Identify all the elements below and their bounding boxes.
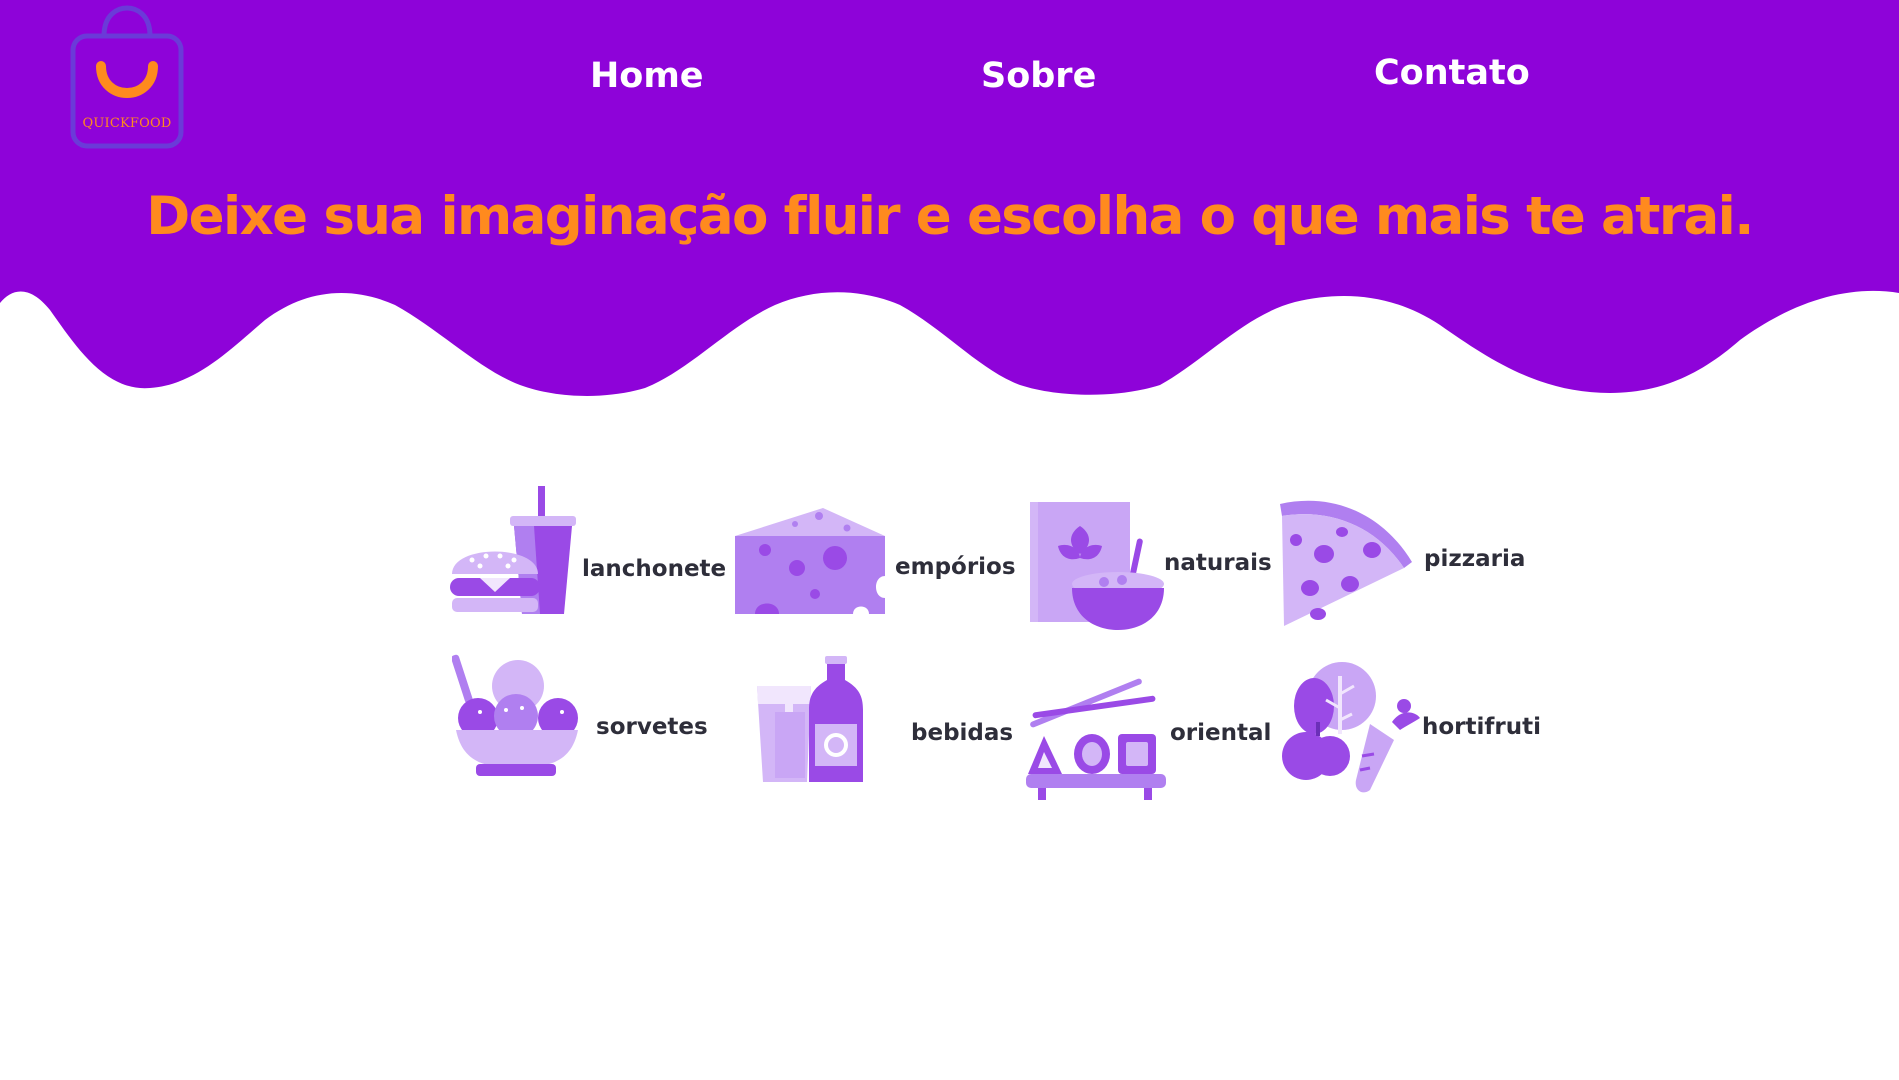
logo-text: QUICKFOOD bbox=[82, 116, 172, 131]
category-label-naturais: naturais bbox=[1164, 550, 1272, 576]
category-oriental[interactable]: oriental bbox=[1026, 662, 1276, 802]
category-label-lanchonete: lanchonete bbox=[582, 556, 727, 582]
burger-drink-icon bbox=[450, 486, 576, 614]
category-label-pizzaria: pizzaria bbox=[1424, 546, 1526, 572]
nav-link-contato[interactable]: Contato bbox=[1374, 53, 1530, 93]
fruits-vegetables-icon bbox=[1282, 662, 1420, 793]
pizza-slice-icon bbox=[1280, 500, 1412, 626]
page: QUICKFOOD Home Sobre Contato Deixe sua i… bbox=[0, 0, 1899, 1080]
beer-bottle-icon bbox=[757, 656, 863, 782]
cereal-bowl-icon bbox=[1030, 502, 1164, 630]
category-bebidas[interactable]: bebidas bbox=[755, 656, 1013, 786]
hero-headline: Deixe sua imaginação fluir e escolha o q… bbox=[146, 186, 1754, 247]
category-hortifruti[interactable]: hortifruti bbox=[1282, 660, 1541, 795]
category-pizzaria[interactable]: pizzaria bbox=[1278, 496, 1525, 626]
category-naturais[interactable]: naturais bbox=[1030, 500, 1272, 630]
category-label-emporios: empórios bbox=[895, 554, 1016, 580]
nav-link-sobre[interactable]: Sobre bbox=[981, 56, 1096, 96]
cheese-icon bbox=[735, 508, 885, 614]
sushi-chopsticks-icon bbox=[1026, 678, 1166, 800]
ice-cream-bowl-icon bbox=[452, 654, 578, 776]
category-label-hortifruti: hortifruti bbox=[1422, 714, 1541, 740]
category-lanchonete[interactable]: lanchonete bbox=[450, 486, 726, 616]
category-label-sorvetes: sorvetes bbox=[596, 714, 708, 740]
nav-link-home[interactable]: Home bbox=[590, 56, 704, 96]
category-emporios[interactable]: empórios bbox=[735, 506, 1016, 616]
quickfood-logo[interactable]: QUICKFOOD bbox=[68, 4, 186, 150]
category-sorvetes[interactable]: sorvetes bbox=[452, 652, 712, 782]
category-label-bebidas: bebidas bbox=[911, 720, 1014, 746]
category-label-oriental: oriental bbox=[1170, 720, 1272, 746]
